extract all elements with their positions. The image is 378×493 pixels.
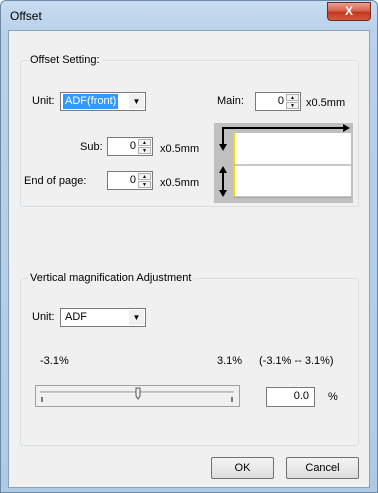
- title-bar[interactable]: Offset X: [1, 1, 377, 31]
- offset-unit-value: ADF(front): [63, 94, 119, 109]
- main-label: Main:: [217, 95, 244, 107]
- chevron-down-icon[interactable]: ▼: [129, 94, 144, 109]
- main-offset-value: 0: [277, 95, 284, 107]
- sub-label: Sub:: [80, 141, 103, 153]
- percent-sign: %: [328, 391, 338, 403]
- sub-offset-value: 0: [129, 140, 136, 152]
- vmag-slider[interactable]: [35, 385, 240, 407]
- end-of-page-value: 0: [129, 174, 136, 186]
- offset-setting-group: Offset Setting: Unit: ADF(front) ▼ Main:…: [20, 54, 359, 207]
- vmag-unit-value: ADF: [65, 311, 87, 323]
- vmag-unit-label: Unit:: [32, 311, 55, 323]
- spin-down-icon[interactable]: ▼: [286, 102, 299, 109]
- ok-button[interactable]: OK: [211, 457, 274, 479]
- spin-up-icon[interactable]: ▲: [138, 173, 151, 180]
- offset-setting-group-label: Offset Setting:: [28, 54, 102, 66]
- spin-up-icon[interactable]: ▲: [138, 139, 151, 146]
- close-icon: X: [344, 4, 353, 18]
- close-button[interactable]: X: [327, 2, 371, 21]
- vmag-value: 0.0: [293, 390, 309, 402]
- dialog-client-area: Offset Setting: Unit: ADF(front) ▼ Main:…: [8, 30, 370, 488]
- spin-down-icon[interactable]: ▼: [138, 181, 151, 188]
- sub-offset-spinner[interactable]: 0 ▲ ▼: [107, 137, 153, 156]
- slider-thumb: [135, 387, 141, 400]
- vertical-magnification-group-label: Vertical magnification Adjustment: [28, 272, 194, 284]
- offset-diagram: [214, 123, 353, 203]
- chevron-down-icon[interactable]: ▼: [129, 310, 144, 325]
- sub-unit-label: x0.5mm: [160, 143, 200, 155]
- offset-unit-select[interactable]: ADF(front) ▼: [60, 92, 146, 111]
- window-title: Offset: [10, 9, 42, 23]
- end-of-page-unit-label: x0.5mm: [160, 177, 200, 189]
- main-offset-spinner[interactable]: 0 ▲ ▼: [255, 92, 301, 111]
- cancel-button[interactable]: Cancel: [286, 457, 359, 479]
- unit-label: Unit:: [32, 95, 55, 107]
- offset-dialog: Offset X Offset Setting: Unit: ADF(front…: [0, 0, 378, 493]
- vmag-max-label: 3.1%: [217, 355, 243, 367]
- vmag-value-field[interactable]: 0.0: [266, 387, 315, 407]
- end-of-page-spinner[interactable]: 0 ▲ ▼: [107, 171, 153, 190]
- main-unit-label: x0.5mm: [306, 97, 346, 109]
- spin-up-icon[interactable]: ▲: [286, 94, 299, 101]
- vertical-magnification-group: Vertical magnification Adjustment Unit: …: [20, 272, 359, 446]
- vmag-range-label: (-3.1% -- 3.1%): [259, 355, 334, 367]
- spin-down-icon[interactable]: ▼: [138, 147, 151, 154]
- vmag-min-label: -3.1%: [40, 355, 69, 367]
- vmag-unit-select[interactable]: ADF ▼: [60, 308, 146, 327]
- end-of-page-label: End of page:: [24, 175, 87, 187]
